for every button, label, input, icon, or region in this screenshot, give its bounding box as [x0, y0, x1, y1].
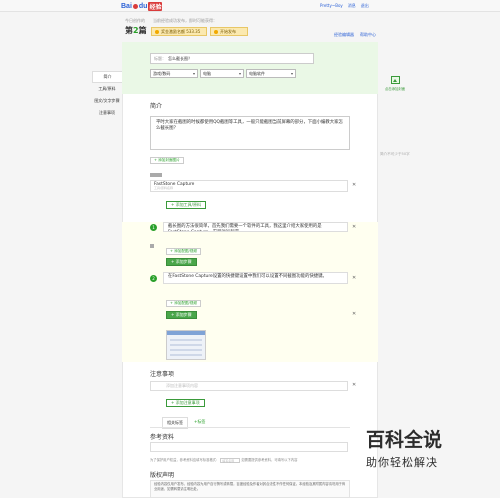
draft-meta-left: 今日创作的 [125, 18, 145, 23]
watermark-subtitle: 助你轻松解决 [366, 456, 438, 469]
coin-icon [214, 29, 218, 34]
category-select-2[interactable]: 电脑 [200, 69, 244, 78]
add-step-2-image-button[interactable]: + 添加配图/视频 [166, 300, 201, 307]
draft-meta: 今日创作的 当前经验成功发布，即时可能获得： [125, 18, 217, 24]
publish-badge[interactable]: 开始发布 [210, 27, 248, 36]
draft-count-title: 第2篇 [125, 25, 147, 36]
copyright-heading: 版权声明 [150, 472, 175, 479]
watermark: 百科全说 助你轻松解决 [366, 425, 458, 470]
drag-handle[interactable] [150, 244, 154, 248]
tool-input[interactable]: FastStone Capture 工具/原料名称 [150, 180, 348, 192]
reference-name-field[interactable]: 填写名称 [220, 457, 241, 463]
step-1-textarea[interactable]: 截长图的方法很简单，首先我们需要一个软件的工具，我这里介绍大家使用的是FastS… [163, 222, 348, 232]
drag-handle[interactable] [150, 173, 162, 177]
logout-link[interactable]: 退出 [361, 3, 369, 9]
notes-heading: 注意事项 [150, 371, 175, 378]
intro-textarea[interactable]: 平时大家在截图的时候都使用QQ截图等工具，一般只能截图当前屏幕的部分，下面小编教… [150, 116, 350, 150]
add-intro-image-button[interactable]: + 添加封面图片 [150, 157, 184, 164]
nav-item-notes[interactable]: 注意事项 [92, 107, 122, 119]
category-select-2-value: 电脑 [203, 70, 211, 76]
page: Bai du 经验 Pretty~Boy 消息 退出 今日创作的 当前经验成功发… [0, 0, 500, 498]
step-number: 2 [150, 275, 157, 282]
publish-badge-label: 开始发布 [220, 28, 236, 34]
close-icon[interactable]: ✕ [352, 382, 356, 388]
title-input[interactable]: 标题： 怎么截长图？ [150, 53, 314, 64]
reference-row-tail: 如需要提供参考资料，可填写以下内容 [241, 458, 298, 462]
watermark-title: 百科全说 [366, 429, 443, 451]
divider [150, 427, 350, 428]
section-nav: 简介 工具/原料 图文/文字步骤 注意事项 [92, 71, 122, 119]
intro-heading: 简介 [150, 103, 163, 110]
chevron-down-icon [291, 72, 293, 75]
title-prefix: 第 [125, 26, 133, 35]
thumb-titlebar [167, 331, 205, 335]
category-select-3[interactable]: 电脑软件 [246, 69, 296, 78]
coin-icon [155, 29, 159, 34]
user-nav: Pretty~Boy 消息 退出 [320, 3, 369, 9]
add-step-button[interactable]: + 添加步骤 [166, 258, 197, 266]
step-2-textarea[interactable]: 在FastStone Capture设置的快捷键设置中我们可以设置不同截图功能的… [163, 272, 348, 284]
editor-header-area [122, 42, 378, 94]
title-value: 怎么截长图？ [168, 55, 192, 61]
reference-row-text: 为了保护用户权益，参考资料应填写标准格式： [150, 458, 220, 462]
logo-badge: 经验 [148, 1, 163, 11]
step-number: 1 [150, 224, 157, 231]
reference-row: 为了保护用户权益，参考资料应填写标准格式： 填写名称 如需要提供参考资料，可填写… [150, 457, 372, 463]
reward-badge[interactable]: 奖金激励名额 533.35 [151, 27, 207, 36]
add-note-button[interactable]: + 添加注意事项 [166, 399, 205, 407]
username-link[interactable]: Pretty~Boy [320, 3, 343, 9]
add-step-button[interactable]: + 添加步骤 [166, 311, 197, 319]
close-icon[interactable]: ✕ [352, 311, 356, 317]
messages-link[interactable]: 消息 [348, 3, 356, 9]
reference-input[interactable] [150, 442, 348, 452]
thumb-row [170, 339, 202, 341]
baidu-jingyan-logo[interactable]: Bai du 经验 [121, 1, 163, 11]
cover-upload-caption: 点击添加封面 [384, 87, 406, 91]
thumb-row [170, 349, 202, 351]
thumb-row [170, 344, 202, 346]
copyright-text: 经验内容仅用户发布，经验内容为用户自行撰写或转载，百度经验及作者对其合法性不作任… [150, 480, 350, 498]
title-suffix: 篇 [138, 26, 147, 35]
notes-input[interactable]: 添加注意事项内容 [150, 381, 348, 391]
top-bar: Bai du 经验 Pretty~Boy 消息 退出 [0, 0, 500, 12]
title-label: 标题： [154, 55, 166, 61]
thumb-row [170, 354, 202, 356]
editor-link[interactable]: 经验编辑器 [334, 32, 354, 38]
add-step-1-image-button[interactable]: + 添加配图/视频 [166, 248, 201, 255]
nav-item-tools[interactable]: 工具/原料 [92, 83, 122, 95]
tool-sub-hint: 工具/原料名称 [154, 186, 174, 190]
cover-upload[interactable]: 点击添加封面 [383, 76, 407, 98]
help-link[interactable]: 帮助中心 [360, 32, 376, 38]
chevron-down-icon [193, 72, 195, 75]
reference-heading: 参考资料 [150, 434, 175, 441]
nav-item-intro[interactable]: 简介 [92, 71, 122, 83]
header-links: 经验编辑器 帮助中心 [334, 32, 376, 38]
category-select-3-value: 电脑软件 [249, 70, 265, 76]
close-icon[interactable]: ✕ [352, 182, 356, 188]
paw-icon [132, 3, 138, 9]
reward-badge-label: 奖金激励名额 533.35 [161, 28, 201, 34]
category-select-1-value: 游戏/数码 [153, 70, 171, 76]
chevron-down-icon [239, 72, 241, 75]
logo-text-left: Bai [121, 2, 132, 10]
add-tool-button[interactable]: + 添加工具/原料 [166, 201, 206, 209]
draft-meta-right: 当前经验成功发布，即时可能获得： [153, 18, 217, 23]
image-icon [390, 76, 400, 84]
logo-text-mid: du [138, 2, 148, 10]
close-icon[interactable]: ✕ [352, 275, 356, 281]
nav-item-steps[interactable]: 图文/文字步骤 [92, 95, 122, 107]
intro-hint: 简介不可少于50字 [380, 152, 410, 156]
step-screenshot-thumbnail[interactable] [166, 330, 206, 360]
step-highlight-area [122, 222, 378, 362]
close-icon[interactable]: ✕ [352, 224, 356, 230]
category-select-1[interactable]: 游戏/数码 [150, 69, 198, 78]
